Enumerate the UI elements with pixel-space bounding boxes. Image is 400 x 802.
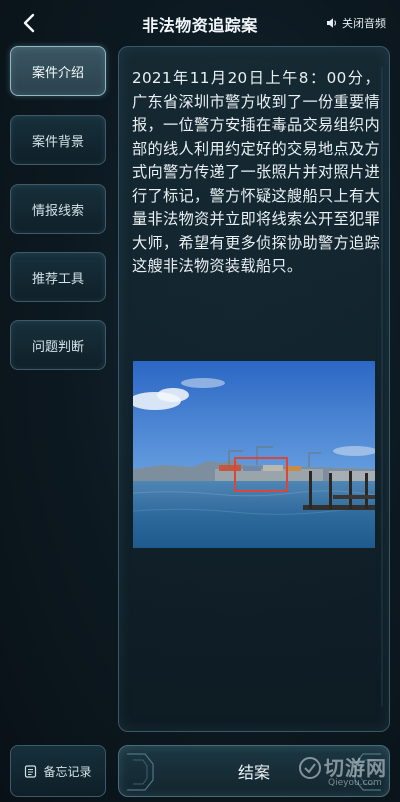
case-intro-panel: 2021年11月20日上午8：00分，广东省深圳市警方收到了一份重要情报，一位警… (118, 46, 390, 732)
sidebar-item-question-judgement[interactable]: 问题判断 (10, 320, 106, 370)
audio-toggle-button[interactable]: 关闭音频 (326, 15, 386, 31)
close-case-label: 结案 (237, 763, 270, 782)
evidence-photo[interactable] (133, 361, 375, 548)
sidebar-item-label: 推荐工具 (31, 271, 84, 287)
sidebar-item-label: 问题判断 (31, 339, 84, 355)
sidebar-item-recommended-tools[interactable]: 推荐工具 (10, 252, 106, 302)
sidebar-item-label: 案件背景 (31, 134, 84, 150)
decorative-circuit-icon (127, 753, 154, 791)
memo-button[interactable]: 备忘记录 (10, 745, 106, 797)
sidebar-item-case-background[interactable]: 案件背景 (10, 115, 106, 165)
notebook-icon (25, 764, 37, 778)
harbor-photo (133, 361, 375, 548)
sidebar-item-case-intro[interactable]: 案件介绍 (10, 46, 106, 96)
decorative-circuit-icon (354, 753, 381, 791)
sidebar-item-label: 案件介绍 (31, 65, 84, 81)
header-bar: 非法物资追踪案 关闭音频 (0, 0, 400, 46)
case-intro-text: 2021年11月20日上午8：00分，广东省深圳市警方收到了一份重要情报，一位警… (132, 69, 380, 275)
memo-button-label: 备忘记录 (43, 764, 92, 779)
panel-scrollbar[interactable] (381, 67, 383, 707)
audio-toggle-label: 关闭音频 (342, 17, 386, 30)
sidebar-item-label: 情报线索 (31, 203, 84, 219)
speaker-icon (327, 18, 336, 28)
case-screen: 非法物资追踪案 关闭音频 案件介绍 案件背景 情报线索 推荐工具 问题判断 20… (0, 0, 400, 802)
close-case-button[interactable]: 结案 (118, 745, 390, 797)
sidebar-item-intel-clues[interactable]: 情报线索 (10, 184, 106, 234)
